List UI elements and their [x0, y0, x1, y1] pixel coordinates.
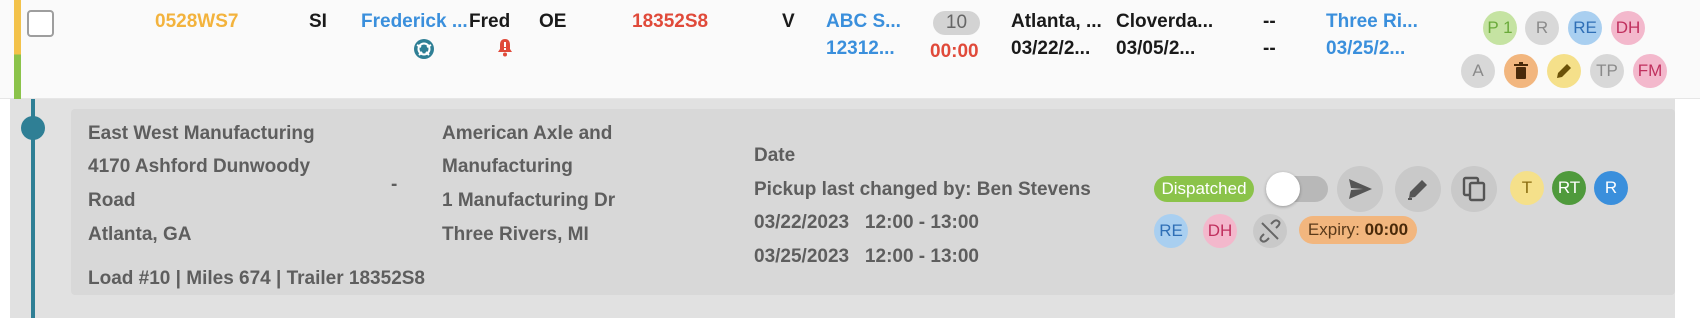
- pickup-window: 03/22/2023 12:00 - 13:00: [754, 212, 980, 233]
- load-type: OE: [539, 11, 567, 32]
- status-accent-bar: [14, 0, 21, 99]
- load-code: SI: [309, 11, 327, 32]
- badge-dh[interactable]: DH: [1611, 11, 1645, 45]
- destination-city-state: Three Rivers, MI: [442, 224, 589, 245]
- origin-city-state: Atlanta, GA: [88, 224, 192, 245]
- pencil-icon[interactable]: [1547, 54, 1581, 88]
- load-id[interactable]: 0528WS7: [155, 11, 238, 33]
- load-summary: Load #10 | Miles 674 | Trailer 18352S8: [88, 268, 425, 289]
- dest-city: Cloverda...: [1116, 11, 1214, 32]
- expiry-label: Expiry:: [1307, 220, 1360, 239]
- unlink-icon[interactable]: [1253, 214, 1287, 248]
- row-checkbox[interactable]: [27, 10, 54, 37]
- empty-value-2: --: [1263, 38, 1276, 59]
- origin-city: Atlanta, ...: [1011, 11, 1102, 32]
- shipper-name-link[interactable]: ABC S...: [826, 11, 902, 33]
- badge-r[interactable]: R: [1525, 11, 1559, 45]
- badge-re-detail[interactable]: RE: [1154, 214, 1188, 248]
- stop-count-pill: 10: [933, 11, 980, 35]
- badge-dh-detail[interactable]: DH: [1203, 214, 1237, 248]
- timeline-dot: [21, 116, 45, 140]
- trailer-number[interactable]: 18352S8: [632, 11, 708, 33]
- load-row[interactable]: 0528WS7 SI Frederick ... Fred OE 18352S8…: [0, 0, 1700, 99]
- final-date-link[interactable]: 03/25/2...: [1326, 38, 1420, 60]
- copy-icon[interactable]: [1451, 166, 1497, 212]
- destination-address: 1 Manufacturing Dr: [442, 190, 616, 211]
- empty-value-1: --: [1263, 11, 1276, 32]
- shipper-ref-link[interactable]: 12312...: [826, 38, 902, 60]
- origin-company: East West Manufacturing: [88, 123, 315, 144]
- dest-date: 03/05/2...: [1116, 38, 1196, 59]
- edit-icon[interactable]: [1395, 166, 1441, 212]
- route-separator: -: [391, 174, 398, 195]
- delivery-window: 03/25/2023 12:00 - 13:00: [754, 246, 980, 267]
- trash-icon[interactable]: [1504, 54, 1538, 88]
- origin-date: 03/22/2...: [1011, 38, 1091, 59]
- badge-a[interactable]: A: [1461, 54, 1495, 88]
- badge-fm[interactable]: FM: [1633, 54, 1667, 88]
- origin-address-2: Road: [88, 190, 136, 211]
- dispatcher-name: Fred: [469, 11, 511, 32]
- final-city-link[interactable]: Three Ri...: [1326, 11, 1420, 33]
- expiry-value: 00:00: [1364, 220, 1409, 239]
- destination-company-2: Manufacturing: [442, 156, 573, 177]
- expiry-badge: Expiry: 00:00: [1299, 216, 1417, 244]
- badge-t[interactable]: T: [1510, 171, 1544, 205]
- support-icon[interactable]: [413, 38, 435, 60]
- send-icon[interactable]: [1337, 166, 1383, 212]
- badge-p1[interactable]: P 1: [1483, 11, 1517, 45]
- badge-re[interactable]: RE: [1568, 11, 1602, 45]
- badge-tp[interactable]: TP: [1590, 54, 1624, 88]
- destination-company-1: American Axle and: [442, 123, 613, 144]
- toggle-knob: [1266, 172, 1300, 206]
- date-label: Date: [754, 145, 796, 166]
- origin-address-1: 4170 Ashford Dunwoody: [88, 156, 311, 177]
- changed-by-text: Pickup last changed by: Ben Stevens: [754, 179, 1091, 200]
- timer: 00:00: [930, 41, 979, 62]
- alarm-bell-icon[interactable]: [494, 36, 516, 58]
- customer-rep-link[interactable]: Frederick ...: [361, 11, 469, 33]
- badge-rt[interactable]: RT: [1552, 171, 1586, 205]
- status-badge: Dispatched: [1154, 176, 1254, 202]
- equipment-mode: V: [782, 11, 795, 32]
- dispatch-toggle[interactable]: [1266, 172, 1328, 206]
- badge-r-detail[interactable]: R: [1594, 171, 1628, 205]
